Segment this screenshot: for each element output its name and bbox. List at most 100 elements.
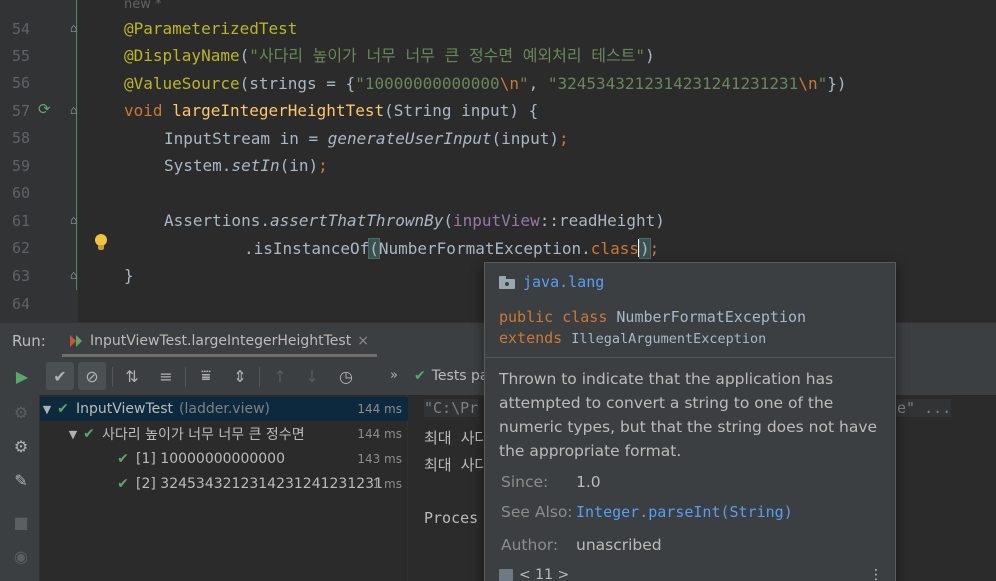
doc-divider: [485, 357, 895, 358]
fold-marker-icon[interactable]: ⌂: [70, 214, 77, 226]
doc-author: Author: unascribed: [501, 536, 662, 554]
code-text: (in): [279, 156, 319, 175]
camera-icon[interactable]: ◉: [10, 545, 32, 567]
test-run-icon: [70, 334, 84, 348]
chevron-down-icon[interactable]: ▼: [66, 428, 80, 441]
sort-duration-icon[interactable]: ≡: [152, 362, 180, 390]
doc-see-also: See Also: Integer.parseInt(String): [501, 503, 793, 521]
run-test-icon[interactable]: ⟳: [38, 101, 51, 117]
test-results-tree[interactable]: ▼ ✔ InputViewTest (ladder.view) 144 ms ▼…: [40, 395, 408, 581]
string-literal: ": [817, 74, 828, 93]
escape-seq: \n: [499, 74, 519, 93]
close-icon[interactable]: ×: [357, 333, 369, 349]
package-icon: [499, 275, 515, 289]
method-call: assertThatThrownBy: [269, 211, 444, 230]
code-line-57: void largeIntegerHeightTest(String input…: [124, 97, 538, 124]
code-text: NumberFormatException.: [378, 239, 591, 258]
code-line-56: @ValueSource(strings = {"10000000000000\…: [124, 70, 846, 97]
show-passed-icon[interactable]: ✔: [46, 362, 74, 390]
lightbulb-icon[interactable]: [93, 234, 109, 254]
more-options-icon[interactable]: ⋮: [869, 567, 883, 581]
code-line-62: .isInstanceOf(NumberFormatException.clas…: [244, 235, 659, 262]
string-literal: ": [518, 74, 529, 93]
string-literal: "사다리 높이가 너무 너무 큰 정수면 예외처리 테스트": [249, 46, 646, 65]
doc-description: Thrown to indicate that the application …: [499, 370, 878, 460]
run-config-tab[interactable]: InputViewTest.largeIntegerHeightTest ×: [62, 327, 377, 357]
fold-end-icon[interactable]: ⌂: [70, 269, 77, 281]
collapse-all-icon[interactable]: ⇕: [226, 362, 254, 390]
next-failed-icon[interactable]: ↓: [298, 362, 326, 390]
history-icon[interactable]: ◷: [332, 362, 360, 390]
more-actions-button[interactable]: »: [390, 368, 398, 383]
tree-row-root[interactable]: ▼ ✔ InputViewTest (ladder.view) 144 ms: [40, 397, 408, 421]
code-line-54: @ParameterizedTest: [124, 19, 298, 38]
run-tab-title: InputViewTest.largeIntegerHeightTest: [90, 332, 352, 349]
doc-package-link[interactable]: java.lang: [523, 273, 604, 291]
previous-failed-icon[interactable]: ↑: [266, 362, 294, 390]
fold-marker-icon[interactable]: ⌂: [70, 104, 77, 116]
run-side-toolbar: ⚙ ⚙ ✎ ■ ◉: [0, 395, 40, 581]
matched-paren: ): [639, 238, 651, 259]
code-text: (strings = {: [239, 74, 356, 93]
code-text: (input): [491, 129, 559, 148]
sort-alpha-icon[interactable]: ⇅: [118, 362, 146, 390]
code-text: .isInstanceOf: [244, 239, 370, 258]
code-line-63: }: [124, 266, 134, 285]
decl-superclass[interactable]: IllegalArgumentException: [571, 331, 766, 347]
tests-status: ✔ Tests pa: [414, 368, 489, 384]
fold-guide: [76, 0, 77, 290]
toolbar-separator: [259, 367, 260, 387]
line-number: 63: [11, 267, 30, 285]
doc-see-also-label: See Also:: [501, 503, 573, 521]
show-ignored-icon[interactable]: ⊘: [78, 362, 106, 390]
line-number: 57: [11, 102, 30, 120]
fold-marker-icon[interactable]: ⌂: [70, 22, 77, 34]
console-line: 최대 사다: [424, 456, 489, 474]
wrench-icon[interactable]: ✎: [10, 469, 32, 491]
tree-label: 사다리 높이가 너무 너무 큰 정수면: [102, 427, 305, 443]
code-line-55: @DisplayName("사다리 높이가 너무 너무 큰 정수면 예외처리 테…: [124, 42, 655, 69]
debug-icon[interactable]: ⚙: [10, 401, 32, 423]
rerun-icon[interactable]: ▶: [8, 362, 36, 390]
console-command-line[interactable]: "C:\Pr: [424, 399, 479, 417]
doc-footer: < 11 >: [499, 567, 569, 581]
doc-see-also-link[interactable]: Integer.parseInt(String): [576, 503, 793, 521]
doc-since-value: 1.0: [576, 473, 601, 491]
tree-row-group[interactable]: ▼ ✔ 사다리 높이가 너무 너무 큰 정수면 144 ms: [40, 422, 408, 446]
settings-icon[interactable]: ⚙: [10, 435, 32, 457]
keyword: void: [124, 101, 173, 120]
doc-since: Since: 1.0: [501, 473, 601, 491]
line-number: 55: [11, 47, 30, 65]
line-number: 60: [11, 184, 30, 202]
doc-package[interactable]: java.lang: [499, 273, 604, 291]
stop-icon[interactable]: ■: [10, 511, 32, 533]
chevron-down-icon[interactable]: ▼: [40, 403, 54, 416]
quick-documentation-popup[interactable]: java.lang public class NumberFormatExcep…: [484, 262, 896, 581]
field-ref: inputView: [453, 211, 540, 230]
code-text: (String input) {: [384, 101, 539, 120]
tree-row-case[interactable]: ✔ [1] 10000000000000 143 ms: [40, 447, 408, 471]
line-number: 62: [11, 239, 30, 257]
line-number: 58: [11, 129, 30, 147]
code-line-58: InputStream in = generateUserInput(input…: [164, 125, 569, 152]
method-call: generateUserInput: [327, 129, 492, 148]
semicolon: ;: [649, 239, 660, 258]
console-line: 최대 사다: [424, 429, 489, 447]
code-text: ,: [528, 74, 548, 93]
decl-modifiers: public class: [499, 308, 617, 326]
line-number: 59: [11, 157, 30, 175]
decl-extends: extends: [499, 329, 572, 347]
toolbar-separator: [185, 367, 186, 387]
check-icon: ✔: [117, 451, 129, 467]
keyword: class: [590, 239, 639, 258]
tree-row-case[interactable]: ✔ [2] 3245343212314231241231231 1 ms: [40, 472, 408, 496]
doc-since-label: Since:: [501, 473, 549, 491]
expand-all-icon[interactable]: ⩸: [192, 362, 220, 390]
line-number: 61: [11, 212, 30, 230]
doc-version[interactable]: < 11 >: [519, 567, 569, 581]
tree-label: [2] 3245343212314231241231231: [136, 476, 383, 492]
matched-paren: (: [368, 238, 380, 259]
console-command-tail: xe" ...: [888, 399, 952, 417]
toolbar-separator: [112, 367, 113, 387]
code-area[interactable]: new * @ParameterizedTest @DisplayName("사…: [124, 0, 846, 322]
